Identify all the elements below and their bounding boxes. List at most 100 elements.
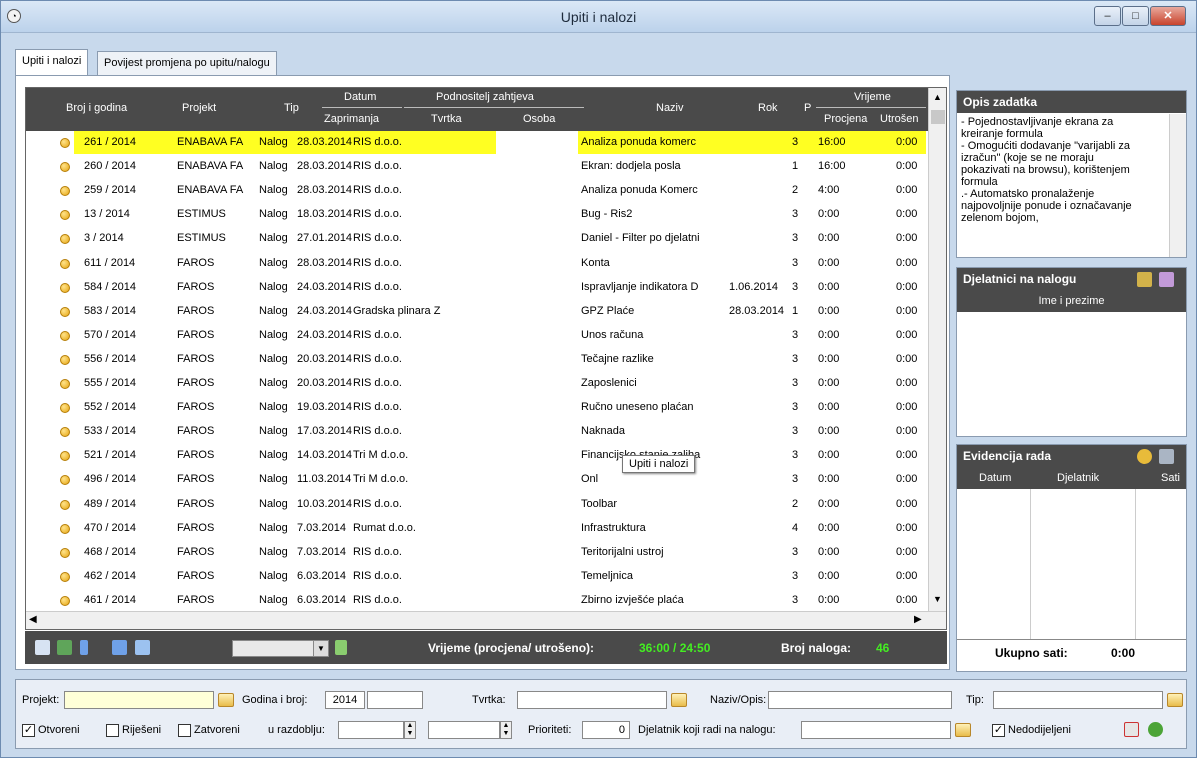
description-scrollbar[interactable] <box>1169 114 1186 257</box>
cell-procjena: 0:00 <box>818 425 840 438</box>
date-to-spinner[interactable]: ▲ ▼ <box>500 721 512 739</box>
scroll-right-arrow-icon[interactable]: ▶ <box>914 614 922 625</box>
cell-broj: 470 / 2014 <box>84 521 136 534</box>
tab-povijest-promjena[interactable]: Povijest promjena po upitu/nalogu <box>97 51 277 75</box>
col-projekt-header[interactable]: Projekt <box>182 102 216 114</box>
cell-projekt: FAROS <box>177 497 215 510</box>
table-row[interactable]: 261 / 2014 ENABAVA FA Nalog 28.03.2014 RIS d… <box>26 131 929 154</box>
clear-filter-icon[interactable] <box>1124 722 1139 737</box>
maximize-button[interactable]: □ <box>1122 6 1149 26</box>
nedodijeljeni-label: Nedodijeljeni <box>1008 724 1071 736</box>
scroll-thumb[interactable] <box>931 110 945 124</box>
filter-panel: Projekt: Godina i broj: 2014 Tvrtka: Naz… <box>15 679 1187 749</box>
table-row[interactable]: 496 / 2014 FAROS Nalog 11.03.2014 Tri M d.o.… <box>26 468 929 491</box>
tab-upiti-i-nalozi[interactable]: Upiti i nalozi <box>15 49 89 75</box>
col-naziv-header[interactable]: Naziv <box>656 102 684 114</box>
tvrtka-input[interactable] <box>517 691 667 709</box>
workers-list[interactable] <box>957 312 1186 436</box>
col-procjena-header[interactable]: Procjena <box>824 113 867 125</box>
table-row[interactable]: 461 / 2014 FAROS Nalog 6.03.2014 RIS d.o.o. Z… <box>26 589 929 612</box>
table-row[interactable]: 259 / 2014 ENABAVA FA Nalog 28.03.2014 RIS d… <box>26 179 929 202</box>
list-view-icon[interactable] <box>135 640 150 655</box>
status-dot-icon <box>60 523 70 534</box>
tip-input[interactable] <box>993 691 1163 709</box>
cell-p: 3 <box>792 328 799 341</box>
table-row[interactable]: 521 / 2014 FAROS Nalog 14.03.2014 Tri M d.o.… <box>26 444 929 467</box>
prioriteti-input[interactable]: 0 <box>582 721 630 739</box>
cell-datum: 18.03.2014 <box>297 208 353 221</box>
cell-utroseno: 0:00 <box>896 232 918 245</box>
table-row[interactable]: 584 / 2014 FAROS Nalog 24.03.2014 RIS d.o.o.… <box>26 276 929 299</box>
nedodijeljeni-checkbox[interactable]: ✓ <box>992 724 1005 737</box>
table-row[interactable]: 470 / 2014 FAROS Nalog 7.03.2014 Rumat d.o.o… <box>26 517 929 540</box>
table-row[interactable]: 13 / 2014 ESTIMUS Nalog 18.03.2014 RIS d.o.o… <box>26 203 929 226</box>
table-row[interactable]: 583 / 2014 FAROS Nalog 24.03.2014 Gradska pl… <box>26 300 929 323</box>
col-p-header[interactable]: P <box>804 102 811 114</box>
tvrtka-browse-icon[interactable] <box>671 693 687 707</box>
tip-browse-icon[interactable] <box>1167 693 1183 707</box>
table-row[interactable]: 462 / 2014 FAROS Nalog 6.03.2014 RIS d.o.o. T… <box>26 565 929 588</box>
cell-p: 3 <box>792 473 799 486</box>
date-from-input[interactable] <box>338 721 404 739</box>
cell-p: 1 <box>792 304 799 317</box>
col-osoba-header[interactable]: Osoba <box>523 113 555 125</box>
table-row[interactable]: 260 / 2014 ENABAVA FA Nalog 28.03.2014 RIS d… <box>26 155 929 178</box>
date-to-input[interactable] <box>428 721 500 739</box>
description-text[interactable]: - Pojednostavljivanje ekrana za kreiranje… <box>957 114 1169 254</box>
col-tip-header[interactable]: Tip <box>284 102 299 114</box>
cell-tvrtka: Tri M d.o.o. <box>353 473 409 486</box>
djelatnik-browse-icon[interactable] <box>955 723 971 737</box>
minimize-button[interactable]: – <box>1094 6 1121 26</box>
cell-naziv: Bug - Ris2 <box>581 208 633 221</box>
cell-broj: 496 / 2014 <box>84 473 136 486</box>
rijeseni-checkbox[interactable] <box>106 724 119 737</box>
zatvoreni-checkbox[interactable] <box>178 724 191 737</box>
table-row[interactable]: 489 / 2014 FAROS Nalog 10.03.2014 RIS d.o.o.… <box>26 493 929 516</box>
table-row[interactable]: 555 / 2014 FAROS Nalog 20.03.2014 RIS d.o.o.… <box>26 372 929 395</box>
scroll-left-arrow-icon[interactable]: ◀ <box>29 614 37 625</box>
cell-naziv: Toolbar <box>581 497 618 510</box>
chevron-down-icon[interactable]: ▼ <box>313 641 328 656</box>
broj-input[interactable] <box>367 691 423 709</box>
clock-icon[interactable] <box>1137 449 1152 464</box>
cell-tip: Nalog <box>259 352 288 365</box>
table-row[interactable]: 611 / 2014 FAROS Nalog 28.03.2014 RIS d.o.o.… <box>26 252 929 275</box>
table-row[interactable]: 533 / 2014 FAROS Nalog 17.03.2014 RIS d.o.o.… <box>26 420 929 443</box>
otvoreni-checkbox[interactable]: ✓ <box>22 724 35 737</box>
table-row[interactable]: 552 / 2014 FAROS Nalog 19.03.2014 RIS d.o.o.… <box>26 396 929 419</box>
table-row[interactable]: 468 / 2014 FAROS Nalog 7.03.2014 RIS d.o.o. T… <box>26 541 929 564</box>
vertical-scrollbar[interactable]: ▲ ▼ <box>928 88 946 613</box>
filter-combo[interactable]: ▼ <box>232 640 329 657</box>
col-tvrtka-header[interactable]: Tvrtka <box>431 113 462 125</box>
status-dot-icon <box>60 595 70 606</box>
naziv-input[interactable] <box>768 691 952 709</box>
edit-pencil-icon[interactable] <box>335 640 347 655</box>
grid-view-icon[interactable] <box>112 640 127 655</box>
projekt-input[interactable] <box>64 691 214 709</box>
projekt-browse-icon[interactable] <box>218 693 234 707</box>
table-row[interactable]: 570 / 2014 FAROS Nalog 24.03.2014 RIS d.o.o.… <box>26 324 929 347</box>
table-row[interactable]: 3 / 2014 ESTIMUS Nalog 27.01.2014 RIS d.o.o.… <box>26 227 929 250</box>
scroll-up-arrow-icon[interactable]: ▲ <box>933 92 942 102</box>
edit-worker-icon[interactable] <box>1159 272 1174 287</box>
date-from-spinner[interactable]: ▲ ▼ <box>404 721 416 739</box>
export-icon[interactable] <box>57 640 72 655</box>
godina-input[interactable]: 2014 <box>325 691 365 709</box>
close-button[interactable]: ✕ <box>1150 6 1186 26</box>
table-row[interactable]: 556 / 2014 FAROS Nalog 20.03.2014 RIS d.o.o.… <box>26 348 929 371</box>
horizontal-scrollbar[interactable]: ◀ ▶ <box>26 611 946 629</box>
col-utroseno-header[interactable]: Utrošen <box>880 113 919 125</box>
cell-tvrtka: RIS d.o.o. <box>353 401 402 414</box>
refresh-icon[interactable] <box>1148 722 1163 737</box>
attachment-icon[interactable] <box>80 640 88 655</box>
add-worker-icon[interactable] <box>1137 272 1152 287</box>
col-rok-header[interactable]: Rok <box>758 102 778 114</box>
scroll-down-arrow-icon[interactable]: ▼ <box>933 594 942 604</box>
col-zaprimanja-header[interactable]: Zaprimanja <box>324 113 379 125</box>
col-broj-header[interactable]: Broj i godina <box>66 102 127 114</box>
cell-procjena: 16:00 <box>818 160 846 173</box>
print-icon[interactable] <box>35 640 50 655</box>
work-log-list[interactable] <box>957 489 1186 639</box>
calendar-icon[interactable] <box>1159 449 1174 464</box>
djelatnik-input[interactable] <box>801 721 951 739</box>
